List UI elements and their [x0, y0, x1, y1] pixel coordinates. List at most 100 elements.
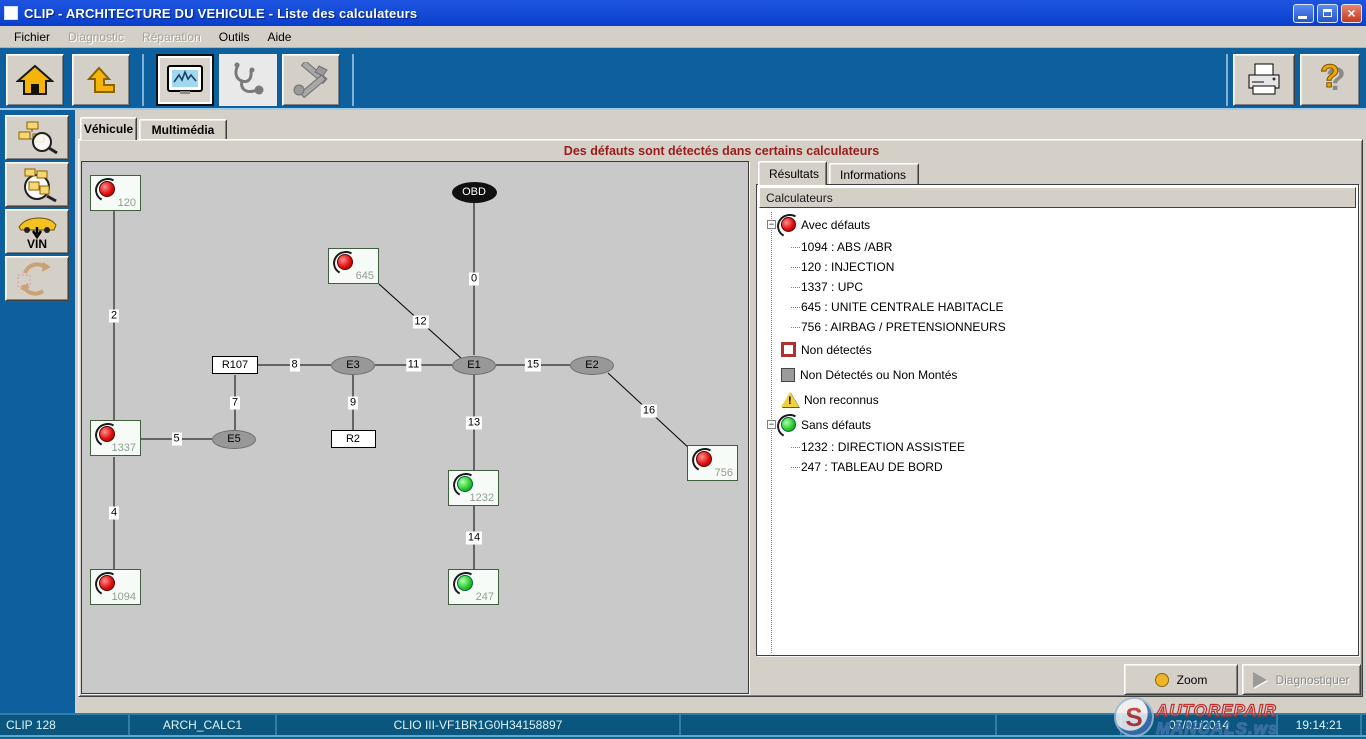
menu-diagnostic: Diagnostic	[60, 28, 132, 46]
status-clio-iii-vf1br1g0h34158897: CLIO III-VF1BR1G0H34158897	[277, 715, 681, 735]
node-120[interactable]: 120	[90, 175, 141, 211]
led-green-icon	[457, 476, 473, 492]
edge-label-0: 0	[469, 273, 479, 286]
minimize-button[interactable]	[1293, 4, 1314, 23]
edge-label-11: 11	[406, 359, 421, 372]
tab-resultats[interactable]: Résultats	[758, 161, 827, 185]
refresh-cycle-icon	[15, 259, 59, 299]
architecture-search-icon	[15, 120, 59, 156]
tree-group-avec-defauts[interactable]: − Avec défauts	[761, 212, 1351, 237]
vin-car-icon	[15, 215, 59, 239]
tab-informations[interactable]: Informations	[829, 163, 919, 185]
restore-button[interactable]	[1317, 4, 1338, 23]
print-button[interactable]	[1233, 54, 1295, 106]
tree-item-label: 1094 : ABS /ABR	[801, 240, 892, 254]
tools-icon	[291, 62, 331, 98]
vehicle-monitor-icon	[165, 63, 205, 97]
diagnostic-probe-button[interactable]	[219, 54, 277, 106]
refresh-cycle-button[interactable]	[5, 256, 69, 301]
tree-item-1094[interactable]: 1094 : ABS /ABR	[761, 237, 1351, 257]
menu-fichier[interactable]: Fichier	[6, 28, 58, 46]
node-obd[interactable]: OBD	[452, 182, 497, 203]
tools-button[interactable]	[282, 54, 340, 106]
calculators-tree: − Avec défauts 1094 : ABS /ABR 120 : INJECT…	[761, 212, 1351, 653]
node-247[interactable]: 247	[448, 569, 499, 605]
results-panel: Calculateurs − Avec défauts 1094 : ABS /AB…	[756, 184, 1359, 656]
menu-aide[interactable]: Aide	[259, 28, 299, 46]
tree-group-non-detectes[interactable]: Non détectés	[761, 337, 1351, 362]
architecture-zoom-button[interactable]	[5, 162, 69, 207]
minimize-icon	[1298, 16, 1307, 19]
ecu-label: 1232	[470, 492, 494, 504]
architecture-search-button[interactable]	[5, 115, 69, 160]
expander-icon[interactable]: −	[767, 220, 776, 229]
led-red-icon	[696, 451, 712, 467]
tree-item-1232[interactable]: 1232 : DIRECTION ASSISTEE	[761, 437, 1351, 457]
led-red-icon	[337, 254, 353, 270]
edge-label-8: 8	[289, 359, 299, 372]
led-red-icon	[781, 217, 796, 232]
menu-outils[interactable]: Outils	[211, 28, 258, 46]
help-button[interactable]: ? ?	[1300, 54, 1360, 106]
node-e2[interactable]: E2	[570, 356, 614, 375]
square-red-outline-icon	[781, 342, 796, 357]
up-level-button[interactable]	[72, 54, 130, 106]
status-07-01-2014: 07/01/2014	[1122, 715, 1278, 735]
diagnostiquer-button-label: Diagnostiquer	[1275, 673, 1349, 687]
tree-group-sans-defauts[interactable]: −Sans défauts	[761, 412, 1351, 437]
calculators-header: Calculateurs	[759, 187, 1356, 208]
node-645[interactable]: 645	[328, 248, 379, 284]
warning-message: Des défauts sont détectés dans certains …	[564, 144, 879, 158]
tree-item-247[interactable]: 247 : TABLEAU DE BORD	[761, 457, 1351, 477]
vin-label: VIN	[27, 239, 47, 249]
tree-item-756[interactable]: 756 : AIRBAG / PRETENSIONNEURS	[761, 317, 1351, 337]
zoom-button[interactable]: Zoom	[1124, 664, 1238, 695]
close-button[interactable]: ×	[1341, 4, 1362, 23]
led-green-icon	[457, 575, 473, 591]
node-e5[interactable]: E5	[212, 430, 256, 449]
tree-item-label: 120 : INJECTION	[801, 260, 894, 274]
edge-label-16: 16	[641, 405, 657, 418]
toolbar-separator	[142, 54, 144, 106]
node-r2[interactable]: R2	[331, 430, 376, 448]
home-icon	[16, 63, 54, 97]
tab-vehicule[interactable]: Véhicule	[80, 117, 137, 140]
tree-item-1337[interactable]: 1337 : UPC	[761, 277, 1351, 297]
node-1094[interactable]: 1094	[90, 569, 141, 605]
app-icon	[4, 6, 18, 20]
node-756[interactable]: 756	[687, 445, 738, 481]
led-red-icon	[99, 181, 115, 197]
node-e1[interactable]: E1	[452, 356, 496, 375]
tree-group-label: Avec défauts	[801, 218, 870, 232]
node-1232[interactable]: 1232	[448, 470, 499, 506]
tree-item-645[interactable]: 645 : UNITE CENTRALE HABITACLE	[761, 297, 1351, 317]
edge-label-2: 2	[109, 309, 119, 322]
node-e3[interactable]: E3	[331, 356, 375, 375]
vehicle-test-button[interactable]	[156, 54, 214, 106]
home-button[interactable]	[6, 54, 64, 106]
tree-group-non-reconnus[interactable]: Non reconnus	[761, 387, 1351, 412]
vin-button[interactable]: VIN	[5, 209, 69, 254]
tree-item-120[interactable]: 120 : INJECTION	[761, 257, 1351, 277]
menu-reparation: Réparation	[134, 28, 209, 46]
restore-icon	[1323, 9, 1332, 17]
square-gray-icon	[781, 368, 795, 382]
stethoscope-icon	[228, 61, 268, 99]
window-title: CLIP - ARCHITECTURE DU VEHICULE - Liste …	[24, 6, 417, 21]
menu-bar: FichierDiagnosticRéparationOutilsAide	[0, 26, 1366, 48]
expander-icon[interactable]: −	[767, 420, 776, 429]
edge-label-13: 13	[466, 416, 482, 429]
status-arch-calc1: ARCH_CALC1	[130, 715, 277, 735]
ecu-label: 645	[356, 270, 374, 282]
node-1337[interactable]: 1337	[90, 420, 141, 456]
edge-label-12: 12	[412, 315, 428, 328]
ecu-label: 1094	[112, 591, 136, 603]
diagnostiquer-button[interactable]: Diagnostiquer	[1242, 664, 1361, 695]
ecu-label: 247	[476, 591, 494, 603]
node-r107[interactable]: R107	[212, 356, 258, 374]
vehicle-architecture-diagram[interactable]: 2457891112013141516120645133710941232247…	[81, 161, 749, 694]
tab-multimedia[interactable]: Multimédia	[139, 119, 227, 140]
warning-triangle-icon	[781, 392, 799, 407]
tree-group-non-detectes-ou-non-montes[interactable]: Non Détectés ou Non Montés	[761, 362, 1351, 387]
edge-label-14: 14	[466, 531, 482, 544]
